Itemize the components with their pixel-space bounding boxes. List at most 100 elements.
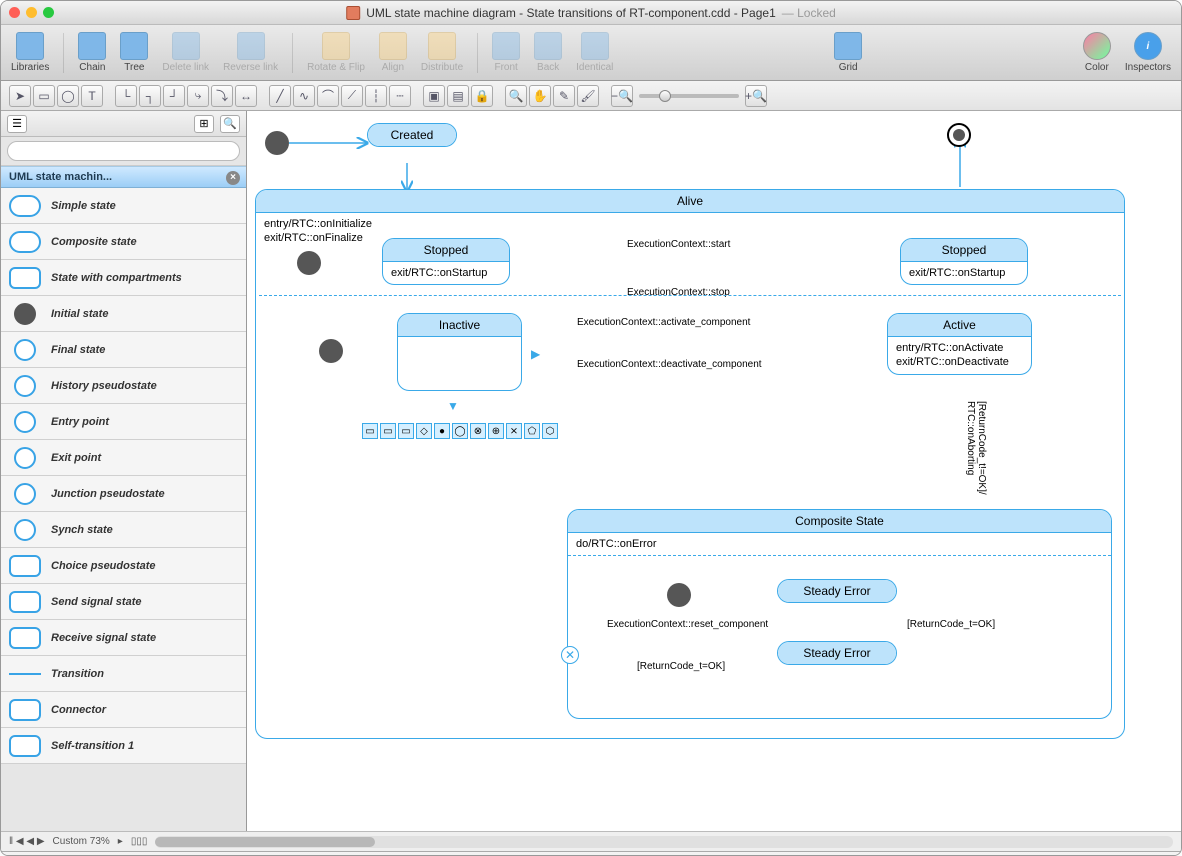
color-label: Color [1085,62,1109,73]
sidebar-item-self-transition-1[interactable]: Self-transition 1 [1,728,246,764]
path-tool-3[interactable]: ⌒ [317,85,339,107]
ungroup-tool[interactable]: ▤ [447,85,469,107]
initial-node-composite[interactable] [667,583,691,607]
canvas[interactable]: Created Alive entry/RTC::onInitialize ex… [247,111,1181,831]
sidebar-item-simple-state[interactable]: Simple state [1,188,246,224]
sidebar-item-synch-state[interactable]: Synch state [1,512,246,548]
front-button[interactable]: Front [492,32,520,73]
guide-v-tool[interactable]: ┆ [365,85,387,107]
exit-point-composite[interactable]: ✕ [561,646,579,664]
sidebar-item-send-signal-state[interactable]: Send signal state [1,584,246,620]
search-input[interactable] [7,141,240,161]
main-toolbar: Libraries Chain Tree Delete link Reverse… [1,25,1181,81]
pointer-tool[interactable]: ➤ [9,85,31,107]
state-created[interactable]: Created [367,123,457,147]
connector-tool-1[interactable]: └ [115,85,137,107]
state-active[interactable]: Activeentry/RTC::onActivateexit/RTC::onD… [887,313,1032,375]
zoom-in-button[interactable]: +🔍 [745,85,767,107]
connector-tool-3[interactable]: ┘ [163,85,185,107]
library-header[interactable]: UML state machin... × [1,166,246,188]
group-tool[interactable]: ▣ [423,85,445,107]
sidebar-item-entry-point[interactable]: Entry point [1,404,246,440]
library-close-icon[interactable]: × [226,171,240,185]
sidebar-item-junction-pseudostate[interactable]: Junction pseudostate [1,476,246,512]
lock-tool[interactable]: 🔒 [471,85,493,107]
front-label: Front [494,62,517,73]
sidebar-item-label: Send signal state [51,596,141,608]
final-node-top[interactable] [947,123,971,147]
inspectors-button[interactable]: iInspectors [1125,32,1171,73]
sidebar-item-transition[interactable]: Transition [1,656,246,692]
window-title: UML state machine diagram - State transi… [366,6,776,20]
sidebar-item-exit-point[interactable]: Exit point [1,440,246,476]
reverse-link-button[interactable]: Reverse link [223,32,278,73]
active-entry-label: entry/RTC::onActivate [896,341,1023,355]
initial-node-alive[interactable] [297,251,321,275]
shape-icon [9,555,41,577]
initial-node-region2[interactable] [319,339,343,363]
align-button[interactable]: Align [379,32,407,73]
sidebar-item-label: Junction pseudostate [51,488,165,500]
grid-button[interactable]: Grid [834,32,862,73]
layout-icons[interactable]: ▯▯▯ [131,836,148,847]
panel-tab-search[interactable]: 🔍 [220,115,240,133]
distribute-button[interactable]: Distribute [421,32,463,73]
connector-tool-5[interactable]: ⤵ [211,85,233,107]
sidebar-item-receive-signal-state[interactable]: Receive signal state [1,620,246,656]
state-stopped-1[interactable]: Stoppedexit/RTC::onStartup [382,238,510,285]
sidebar-item-label: Connector [51,704,106,716]
sidebar-item-initial-state[interactable]: Initial state [1,296,246,332]
path-tool-1[interactable]: ╱ [269,85,291,107]
titlebar: UML state machine diagram - State transi… [1,1,1181,25]
color-button[interactable]: Color [1083,32,1111,73]
eyedrop-tool[interactable]: ✎ [553,85,575,107]
state-steady-error-1[interactable]: Steady Error [777,579,897,603]
state-created-label: Created [368,124,456,146]
identical-button[interactable]: Identical [576,32,613,73]
sidebar-item-choice-pseudostate[interactable]: Choice pseudostate [1,548,246,584]
sidebar-item-history-pseudostate[interactable]: History pseudostate [1,368,246,404]
path-tool-2[interactable]: ∿ [293,85,315,107]
connector-tool-6[interactable]: ↔ [235,85,257,107]
tree-button[interactable]: Tree [120,32,148,73]
paint-tool[interactable]: 🖌 [577,85,599,107]
state-composite[interactable]: Composite State do/RTC::onError [567,509,1112,719]
transition-stop-label: ExecutionContext::stop [627,287,730,298]
zoom-slider[interactable] [639,94,739,98]
state-stopped-2[interactable]: Stoppedexit/RTC::onStartup [900,238,1028,285]
state-steady-error-2[interactable]: Steady Error [777,641,897,665]
text-tool[interactable]: T [81,85,103,107]
sidebar-item-final-state[interactable]: Final state [1,332,246,368]
sidebar-item-connector[interactable]: Connector [1,692,246,728]
shape-icon [9,231,41,253]
doc-icon [346,6,360,20]
state-inactive[interactable]: Inactive [397,313,522,391]
zoom-label[interactable]: Custom 73% [53,836,110,847]
close-button[interactable] [9,7,20,18]
connector-tool-4[interactable]: ⤷ [187,85,209,107]
zoom-tool[interactable]: 🔍 [505,85,527,107]
zoom-out-button[interactable]: −🔍 [611,85,633,107]
panel-tab-tree[interactable]: ☰ [7,115,27,133]
sidebar-item-composite-state[interactable]: Composite state [1,224,246,260]
guide-h-tool[interactable]: ┄ [389,85,411,107]
back-button[interactable]: Back [534,32,562,73]
sidebar-item-state-with-compartments[interactable]: State with compartments [1,260,246,296]
connector-tool-2[interactable]: ┐ [139,85,161,107]
pan-tool[interactable]: ✋ [529,85,551,107]
zoom-button[interactable] [43,7,54,18]
shape-icon [14,303,36,325]
page-control[interactable]: ‖ ◀ ◀ ▶ [9,836,45,847]
shape-palette-popup[interactable]: ▭▭▭◇●◯⊗⊕⨯⬠⬡ [362,423,558,439]
delete-link-button[interactable]: Delete link [162,32,209,73]
rotate-button[interactable]: Rotate & Flip [307,32,365,73]
minimize-button[interactable] [26,7,37,18]
horizontal-scrollbar[interactable] [155,836,1173,848]
initial-node-top[interactable] [265,131,289,155]
chain-button[interactable]: Chain [78,32,106,73]
path-tool-4[interactable]: ⟋ [341,85,363,107]
ellipse-tool[interactable]: ◯ [57,85,79,107]
panel-tab-grid[interactable]: ⊞ [194,115,214,133]
rect-tool[interactable]: ▭ [33,85,55,107]
libraries-button[interactable]: Libraries [11,32,49,73]
